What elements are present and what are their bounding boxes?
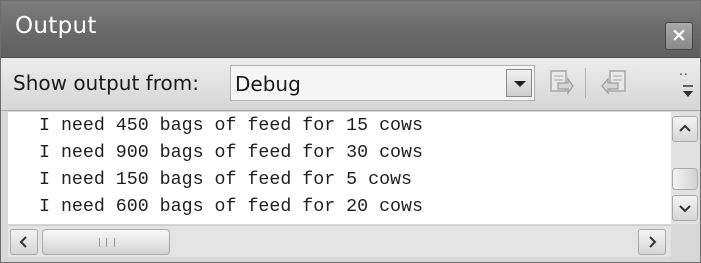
- output-text-area[interactable]: I need 450 bags of feed for 15 cows I ne…: [8, 112, 671, 224]
- output-line: I need 900 bags of feed for 30 cows: [39, 143, 423, 163]
- toolbar-separator: [585, 68, 586, 98]
- toolbar-overflow-dots: ..: [679, 64, 689, 78]
- vertical-scroll-thumb[interactable]: [672, 168, 698, 190]
- vertical-scrollbar[interactable]: [671, 112, 699, 224]
- output-line: I need 600 bags of feed for 20 cows: [39, 197, 423, 217]
- go-to-next-message-icon: [550, 70, 574, 95]
- output-source-value: Debug: [235, 72, 301, 96]
- chevron-left-icon: [19, 236, 27, 248]
- go-to-previous-message-icon: [601, 70, 626, 95]
- horizontal-scrollbar[interactable]: [8, 225, 671, 257]
- output-line: I need 450 bags of feed for 15 cows: [39, 116, 423, 136]
- chevron-right-icon: [649, 236, 657, 248]
- show-output-from-label: Show output from:: [13, 71, 199, 95]
- toolbar-overflow-icon: [683, 85, 693, 97]
- close-icon: ×: [671, 24, 687, 46]
- output-window: Output × Show output from: Debug .. I ne…: [0, 0, 701, 263]
- scroll-up-button[interactable]: [672, 116, 698, 142]
- output-line: I need 150 bags of feed for 5 cows: [39, 170, 412, 190]
- scroll-left-button[interactable]: [10, 229, 38, 255]
- close-button[interactable]: ×: [665, 22, 693, 50]
- chevron-down-icon[interactable]: [506, 69, 532, 97]
- toolbar-overflow-button[interactable]: [680, 83, 696, 101]
- grip-icon: [99, 238, 115, 247]
- scroll-right-button[interactable]: [638, 229, 666, 255]
- title-bar[interactable]: Output ×: [1, 1, 700, 58]
- toolbar: Show output from: Debug ..: [1, 58, 700, 111]
- chevron-up-icon: [679, 124, 691, 132]
- scroll-down-button[interactable]: [672, 195, 698, 221]
- output-source-dropdown[interactable]: Debug: [230, 65, 535, 101]
- go-to-next-message-button[interactable]: [541, 66, 577, 100]
- chevron-down-icon: [679, 205, 691, 213]
- window-title: Output: [15, 13, 97, 39]
- go-to-previous-message-button[interactable]: [597, 66, 633, 100]
- scrollbar-corner: [671, 225, 699, 256]
- horizontal-scroll-thumb[interactable]: [42, 229, 170, 255]
